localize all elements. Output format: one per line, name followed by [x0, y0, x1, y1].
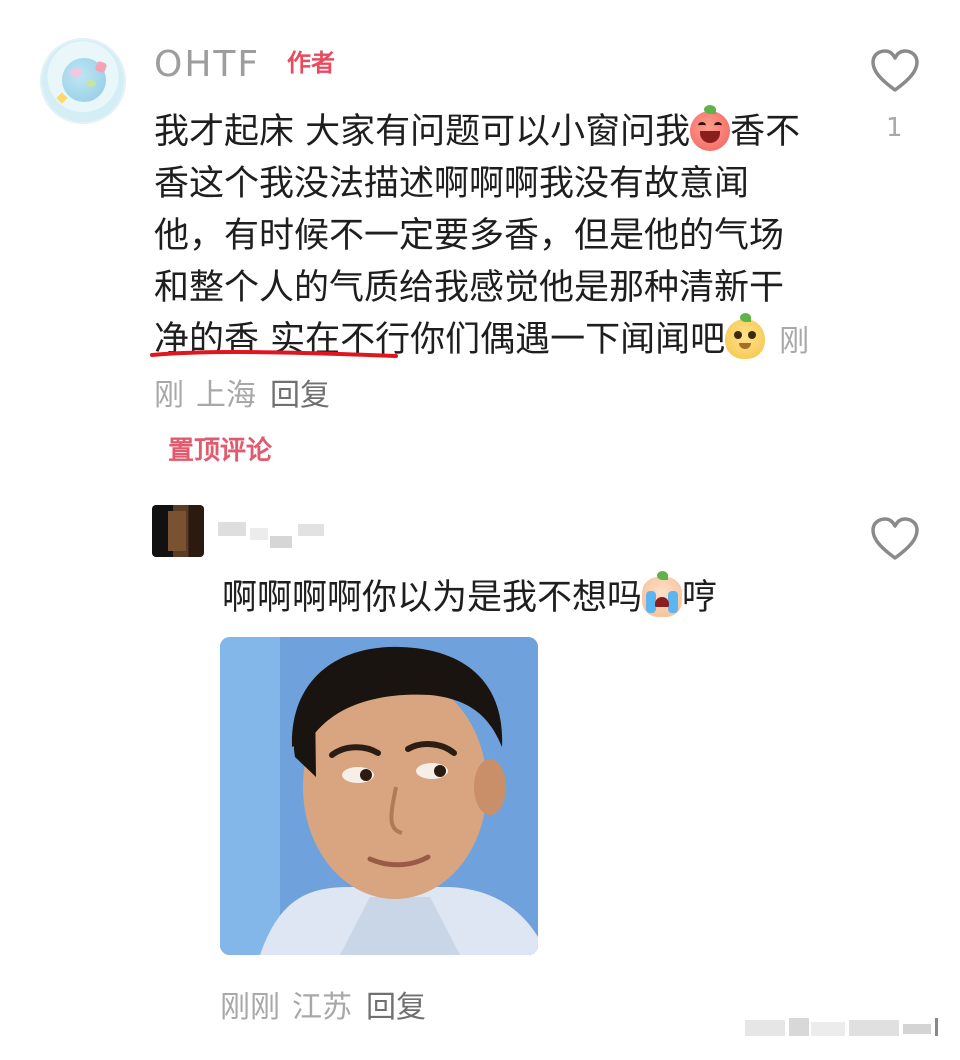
crying-emoji-icon	[642, 571, 683, 617]
comment-location: 上海	[196, 378, 256, 413]
username[interactable]: OHTF	[154, 42, 260, 88]
blurred-username[interactable]	[218, 518, 326, 550]
like-count: 1	[886, 113, 903, 143]
reply-button[interactable]: 回复	[270, 378, 330, 413]
comment-text-part: 啊啊啊啊你以为是我不想吗	[222, 578, 643, 618]
heart-icon[interactable]	[870, 516, 920, 562]
red-hand-underline	[150, 350, 398, 358]
comment-text: 我才起床 大家有问题可以小窗问我 香不香这个我没法描述啊啊啊我没有故意闻他，有时候…	[154, 105, 814, 422]
author-badge: 作者	[287, 49, 335, 77]
comment-location: 江苏	[292, 990, 352, 1025]
comment-text: 啊啊啊啊你以为是我不想吗哼	[222, 571, 718, 624]
comment-meta: 刚刚 江苏 回复	[220, 988, 426, 1028]
reply-button[interactable]: 回复	[366, 990, 426, 1025]
user-avatar[interactable]	[40, 38, 126, 124]
heart-icon[interactable]	[870, 48, 920, 94]
comment-image[interactable]	[220, 637, 538, 955]
comment-text-part: 哼	[682, 578, 718, 618]
comment-time: 刚刚	[220, 990, 280, 1025]
laughing-emoji-icon	[690, 105, 731, 151]
blurred-watermark	[745, 1018, 938, 1036]
user-avatar[interactable]	[152, 505, 204, 557]
pinned-comment-label: 置顶评论	[168, 436, 273, 466]
doge-emoji-icon	[725, 313, 766, 359]
comment-text-part: 我才起床 大家有问题可以小窗问我	[154, 112, 691, 152]
